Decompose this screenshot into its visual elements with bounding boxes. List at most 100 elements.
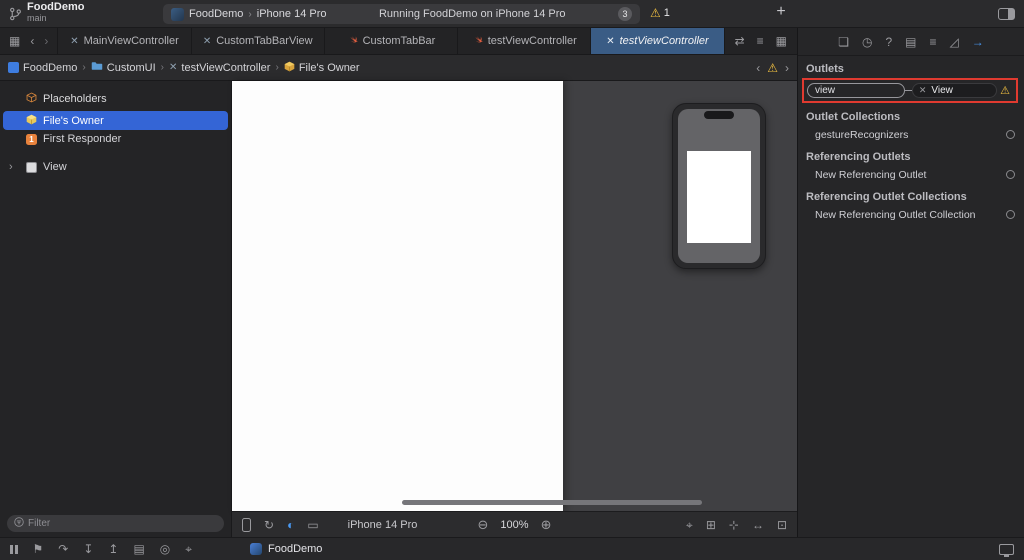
outlet-warning-icon[interactable]: ⚠: [997, 84, 1013, 97]
outline-item-first-responder[interactable]: 1 First Responder: [0, 130, 231, 148]
zoom-out-icon[interactable]: ⊖: [478, 518, 489, 531]
tab-bar: ▦ ‹ › ✕ MainViewController ✕ CustomTabBa…: [0, 28, 797, 55]
variant-icon[interactable]: ▭: [307, 519, 318, 531]
device-portrait-icon[interactable]: [242, 517, 251, 532]
outline-item-view[interactable]: › View: [0, 158, 231, 176]
history-inspector-icon[interactable]: ◷: [862, 36, 872, 48]
simulate-location-icon[interactable]: ⌖: [185, 543, 192, 555]
disconnect-icon[interactable]: ✕: [919, 85, 927, 96]
row-label: gestureRecognizers: [815, 128, 909, 141]
editor-list-icon[interactable]: ≡: [757, 35, 764, 47]
identity-inspector-icon[interactable]: ▤: [905, 36, 916, 48]
debug-area-toggle-icon[interactable]: [999, 543, 1014, 557]
device-notch: [704, 111, 734, 119]
running-app[interactable]: FoodDemo: [250, 543, 322, 555]
outlet-destination-well[interactable]: ✕ View: [911, 83, 997, 98]
outlet-name: view: [815, 85, 836, 96]
previous-issue-icon[interactable]: ‹: [756, 62, 760, 74]
appearance-icon[interactable]: ◐: [287, 519, 294, 531]
pause-icon[interactable]: [10, 544, 18, 554]
crumb-project[interactable]: FoodDemo: [8, 62, 77, 74]
jump-bar: FoodDemo › CustomUI › ✕ testViewControll…: [0, 55, 797, 81]
activity-count-badge[interactable]: 3: [618, 7, 632, 21]
view-hierarchy-icon[interactable]: ▤: [133, 543, 144, 555]
inspector-tab-bar: ❏ ◷ ? ▤ ≡ ◿ →: [798, 28, 1024, 56]
run-destination[interactable]: iPhone 14 Pro: [257, 8, 327, 20]
connection-socket-icon[interactable]: [1006, 210, 1015, 219]
warning-icon[interactable]: ⚠: [767, 61, 778, 75]
crumb-label: testViewController: [181, 61, 271, 74]
referencing-outlet-row[interactable]: New Referencing Outlet: [806, 166, 1018, 183]
outlet-source-well[interactable]: view: [807, 83, 905, 98]
crumb-group[interactable]: CustomUI: [91, 61, 156, 74]
folder-icon: [91, 61, 103, 74]
filter-bar[interactable]: [7, 515, 224, 532]
editor-arrows-icon[interactable]: ⇄: [735, 35, 745, 47]
xib-file-icon: ✕: [202, 35, 212, 47]
align-icon[interactable]: ⊹: [729, 519, 739, 531]
crumb-label: File's Owner: [298, 61, 360, 74]
outlet-collection-row[interactable]: gestureRecognizers: [806, 126, 1018, 143]
tab-testviewcontroller-swift[interactable]: testViewController: [458, 28, 592, 54]
connection-socket-icon[interactable]: [1006, 170, 1015, 179]
outline-group-placeholders[interactable]: Placeholders: [0, 90, 231, 108]
editor-canvas[interactable]: ↻ ◐ ▭ iPhone 14 Pro ⊖ 100% ⊕ ⌖ ⊞ ⊹ ↔ ⊡: [232, 81, 797, 537]
item-label: First Responder: [43, 133, 122, 145]
referencing-outlet-collection-row[interactable]: New Referencing Outlet Collection: [806, 206, 1018, 223]
chevron-separator-icon: ›: [248, 8, 252, 20]
filter-icon: [14, 517, 24, 530]
scheme-name[interactable]: FoodDemo: [189, 8, 243, 20]
embed-icon[interactable]: ⊞: [706, 519, 716, 531]
scope-icon[interactable]: ⌖: [686, 519, 693, 531]
inspector-toggle-icon[interactable]: [998, 8, 1015, 20]
step-out-icon[interactable]: ↥: [108, 543, 118, 555]
orientation-icon[interactable]: ↻: [264, 519, 274, 531]
constraints-icon[interactable]: ↔: [752, 519, 764, 531]
disclosure-chevron-icon[interactable]: ›: [9, 161, 13, 173]
app-icon: [250, 543, 262, 555]
item-label: View: [43, 161, 67, 173]
zoom-in-icon[interactable]: ⊕: [541, 518, 552, 531]
tab-label: testViewController: [619, 35, 709, 47]
file-inspector-icon[interactable]: ❏: [838, 36, 849, 48]
tab-customtabbar[interactable]: CustomTabBar: [325, 28, 459, 54]
memory-graph-icon[interactable]: ◎: [160, 543, 170, 555]
connection-line: [904, 90, 912, 91]
breakpoints-icon[interactable]: ⚑: [33, 543, 44, 555]
cube-icon: [26, 114, 37, 128]
step-into-icon[interactable]: ↧: [83, 543, 93, 555]
size-inspector-icon[interactable]: ◿: [950, 36, 959, 48]
xib-file-icon: ✕: [606, 35, 615, 47]
resolve-autolayout-icon[interactable]: ⊡: [777, 519, 787, 531]
crumb-file[interactable]: ✕ testViewController: [169, 62, 270, 74]
scheme-status-pill[interactable]: FoodDemo › iPhone 14 Pro Running FoodDem…: [163, 4, 640, 24]
tab-mainviewcontroller[interactable]: ✕ MainViewController: [58, 28, 192, 54]
zoom-level[interactable]: 100%: [500, 519, 528, 531]
back-icon[interactable]: ‹: [30, 35, 34, 47]
tab-label: testViewController: [487, 35, 577, 47]
next-issue-icon[interactable]: ›: [785, 62, 789, 74]
view-controller-artboard[interactable]: [232, 81, 563, 511]
related-items-icon[interactable]: ▦: [9, 35, 20, 47]
cube-icon: [284, 61, 295, 75]
step-over-icon[interactable]: ↷: [58, 543, 68, 555]
connection-socket-icon[interactable]: [1006, 130, 1015, 139]
add-tab-button[interactable]: +: [772, 3, 790, 21]
toolbar-warning[interactable]: ⚠ 1: [650, 6, 670, 20]
help-inspector-icon[interactable]: ?: [885, 36, 892, 48]
attributes-inspector-icon[interactable]: ≡: [930, 36, 937, 48]
tab-label: MainViewController: [83, 35, 179, 47]
filter-input[interactable]: [28, 518, 217, 529]
editor-layout-icon[interactable]: ▦: [776, 35, 787, 47]
horizontal-scrollbar[interactable]: [402, 500, 702, 505]
forward-icon[interactable]: ›: [44, 35, 48, 47]
tab-testviewcontroller-xib-active[interactable]: ✕ testViewController: [591, 28, 725, 54]
crumb-files-owner[interactable]: File's Owner: [284, 61, 360, 75]
connections-inspector-icon[interactable]: →: [972, 36, 984, 48]
xib-file-icon: ✕: [169, 62, 178, 73]
tab-customtabbarview[interactable]: ✕ CustomTabBarView: [192, 28, 325, 54]
connections-inspector-panel: ❏ ◷ ? ▤ ≡ ◿ → Outlets view ✕ View ⚠ Outl…: [797, 28, 1024, 537]
preview-device-name[interactable]: iPhone 14 Pro: [348, 519, 418, 531]
chevron-separator-icon: ›: [160, 62, 165, 73]
outline-item-files-owner[interactable]: File's Owner: [3, 111, 228, 130]
